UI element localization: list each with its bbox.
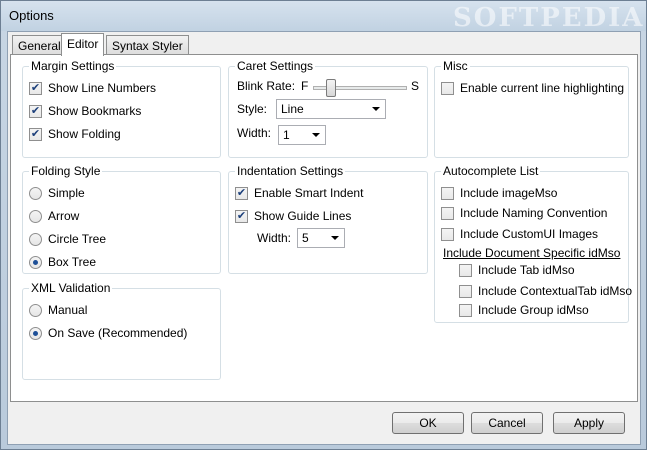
group-label: Margin Settings — [29, 59, 117, 73]
checkbox-checked-icon: ✔ — [235, 209, 248, 223]
title-bar[interactable]: Options SOFTPEDIA — [1, 1, 646, 33]
document-specific-label: Include Document Specific idMso — [443, 246, 621, 260]
folding-simple-radio[interactable]: Simple — [29, 185, 85, 201]
caret-width-value: 1 — [283, 128, 290, 142]
folding-box-tree-radio[interactable]: Box Tree — [29, 254, 96, 270]
show-line-numbers-checkbox[interactable]: ✔ Show Line Numbers — [29, 80, 156, 96]
tab-general[interactable]: General — [12, 35, 67, 55]
dialog-client: General Editor Syntax Styler Margin Sett… — [7, 31, 641, 445]
checkbox-checked-icon: ✔ — [29, 104, 42, 118]
radio-unselected-icon — [29, 186, 42, 200]
window-title: Options — [9, 8, 54, 23]
blink-rate-slider-thumb[interactable] — [325, 79, 336, 97]
caret-settings-group: Caret Settings Blink Rate: F S Style: Li… — [228, 59, 428, 158]
radio-label: Manual — [48, 303, 88, 317]
include-contextualtab-idmso-checkbox[interactable]: Include ContextualTab idMso — [459, 283, 632, 299]
blink-rate-label: Blink Rate: — [237, 79, 296, 93]
indentation-settings-group: Indentation Settings ✔ Enable Smart Inde… — [228, 164, 428, 274]
indent-width-label: Width: — [257, 231, 292, 245]
checkbox-unchecked-icon — [441, 206, 454, 220]
checkbox-label: Show Bookmarks — [48, 104, 142, 118]
tab-syntax-styler[interactable]: Syntax Styler — [106, 35, 189, 55]
radio-selected-icon — [29, 326, 42, 340]
radio-label: Arrow — [48, 209, 80, 223]
folding-arrow-radio[interactable]: Arrow — [29, 208, 79, 224]
include-naming-convention-checkbox[interactable]: Include Naming Convention — [441, 205, 607, 221]
checkbox-label: Include Group idMso — [478, 303, 589, 317]
radio-label: Circle Tree — [48, 232, 107, 246]
watermark-logo: SOFTPEDIA — [453, 3, 645, 33]
radio-unselected-icon — [29, 303, 42, 317]
include-group-idmso-checkbox[interactable]: Include Group idMso — [459, 302, 589, 318]
indent-width-value: 5 — [302, 231, 309, 245]
group-label: XML Validation — [29, 281, 113, 295]
include-imagemso-checkbox[interactable]: Include imageMso — [441, 185, 557, 201]
checkbox-unchecked-icon — [441, 186, 454, 200]
enable-smart-indent-checkbox[interactable]: ✔ Enable Smart Indent — [235, 185, 363, 201]
radio-label: Simple — [48, 186, 85, 200]
xml-validation-on-save-radio[interactable]: On Save (Recommended) — [29, 325, 187, 341]
show-folding-checkbox[interactable]: ✔ Show Folding — [29, 126, 121, 142]
caret-style-value: Line — [281, 102, 304, 116]
group-label: Folding Style — [29, 164, 103, 178]
radio-unselected-icon — [29, 232, 42, 246]
editor-tab-panel: Margin Settings ✔ Show Line Numbers ✔ Sh… — [10, 54, 638, 402]
checkbox-checked-icon: ✔ — [29, 81, 42, 95]
checkbox-label: Show Line Numbers — [48, 81, 157, 95]
checkbox-label: Include Tab idMso — [478, 263, 575, 277]
chevron-down-icon — [312, 133, 320, 137]
group-label: Autocomplete List — [441, 164, 541, 178]
xml-validation-group: XML Validation Manual On Save (Recommend… — [22, 281, 221, 380]
include-tab-idmso-checkbox[interactable]: Include Tab idMso — [459, 262, 575, 278]
group-label: Indentation Settings — [235, 164, 346, 178]
style-label: Style: — [237, 102, 268, 116]
chevron-down-icon — [372, 107, 380, 111]
checkbox-label: Show Guide Lines — [254, 209, 352, 223]
misc-group: Misc Enable current line highlighting — [434, 59, 629, 158]
group-label: Caret Settings — [235, 59, 316, 73]
radio-label: Box Tree — [48, 255, 97, 269]
autocomplete-list-group: Autocomplete List Include imageMso Inclu… — [434, 164, 632, 323]
checkbox-unchecked-icon — [459, 284, 472, 298]
checkbox-label: Include imageMso — [460, 186, 558, 200]
group-label: Misc — [441, 59, 470, 73]
radio-unselected-icon — [29, 209, 42, 223]
options-window: Options SOFTPEDIA General Editor Syntax … — [0, 0, 647, 450]
tab-editor[interactable]: Editor — [61, 33, 105, 56]
include-customui-images-checkbox[interactable]: Include CustomUI Images — [441, 226, 598, 242]
show-bookmarks-checkbox[interactable]: ✔ Show Bookmarks — [29, 103, 141, 119]
caret-style-select[interactable]: Line — [276, 99, 386, 119]
enable-current-line-highlighting-checkbox[interactable]: Enable current line highlighting — [441, 80, 624, 96]
checkbox-checked-icon: ✔ — [235, 186, 248, 200]
slider-max-label: S — [411, 79, 420, 93]
margin-settings-group: Margin Settings ✔ Show Line Numbers ✔ Sh… — [22, 59, 221, 158]
checkbox-unchecked-icon — [459, 263, 472, 277]
ok-button[interactable]: OK — [392, 412, 464, 434]
checkbox-label: Include CustomUI Images — [460, 227, 599, 241]
slider-min-label: F — [301, 79, 309, 93]
checkbox-label: Enable Smart Indent — [254, 186, 364, 200]
checkbox-unchecked-icon — [441, 227, 454, 241]
xml-validation-manual-radio[interactable]: Manual — [29, 302, 87, 318]
apply-button[interactable]: Apply — [553, 412, 625, 434]
chevron-down-icon — [331, 236, 339, 240]
radio-label: On Save (Recommended) — [48, 326, 188, 340]
checkbox-unchecked-icon — [441, 81, 454, 95]
width-label: Width: — [237, 126, 272, 140]
radio-selected-icon — [29, 255, 42, 269]
indent-width-select[interactable]: 5 — [297, 228, 345, 248]
checkbox-label: Include ContextualTab idMso — [478, 284, 633, 298]
caret-width-select[interactable]: 1 — [278, 125, 326, 145]
checkbox-label: Include Naming Convention — [460, 206, 608, 220]
checkbox-label: Show Folding — [48, 127, 121, 141]
folding-circle-tree-radio[interactable]: Circle Tree — [29, 231, 106, 247]
folding-style-group: Folding Style Simple Arrow Circle Tree B… — [22, 164, 221, 274]
checkbox-label: Enable current line highlighting — [460, 81, 625, 95]
show-guide-lines-checkbox[interactable]: ✔ Show Guide Lines — [235, 208, 351, 224]
cancel-button[interactable]: Cancel — [471, 412, 543, 434]
checkbox-checked-icon: ✔ — [29, 127, 42, 141]
checkbox-unchecked-icon — [459, 303, 472, 317]
